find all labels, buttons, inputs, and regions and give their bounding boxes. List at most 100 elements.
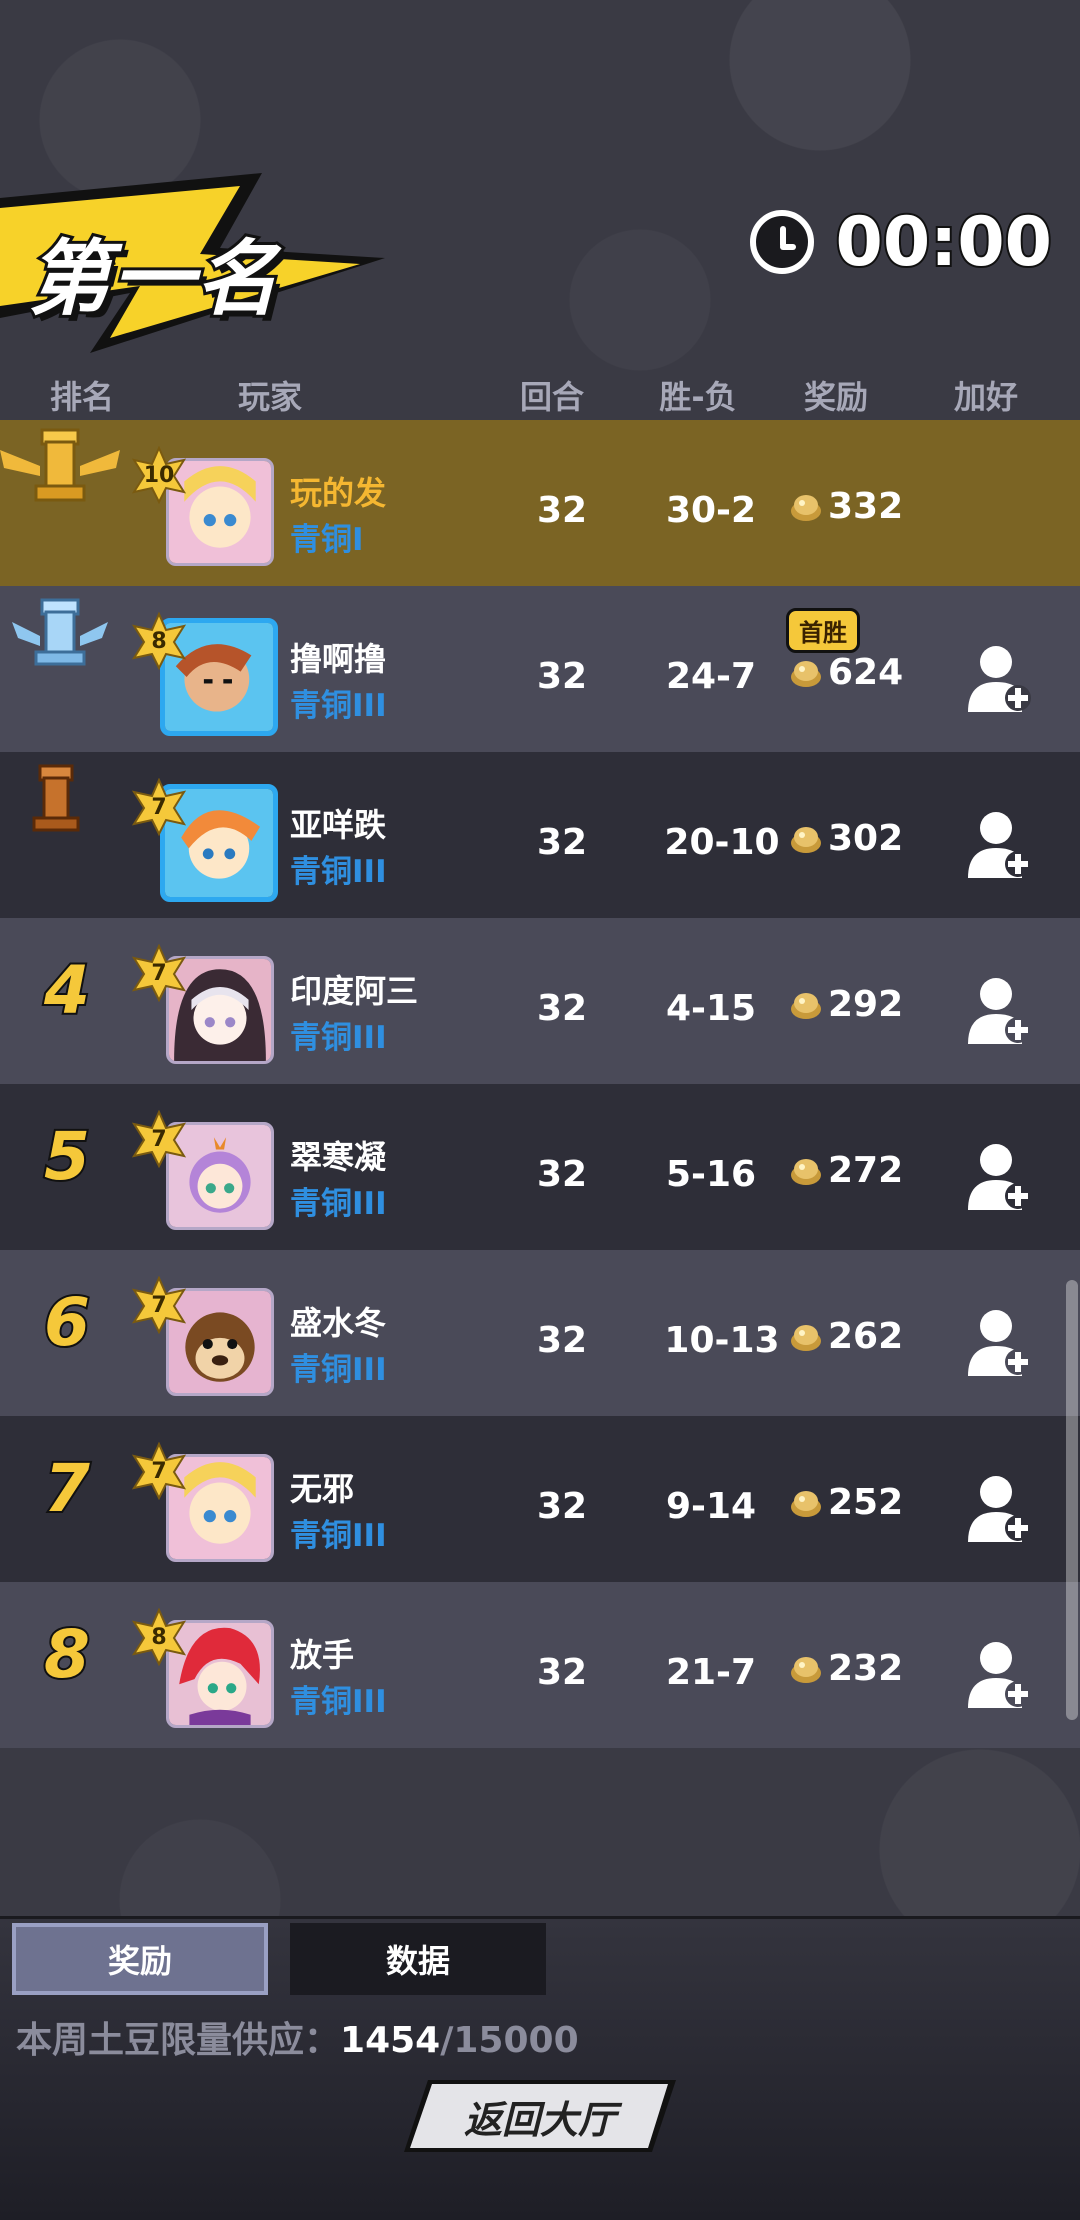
first-win-badge: 首胜 (786, 608, 860, 653)
player-avatar[interactable]: 7 (130, 1442, 280, 1572)
level-badge: 10 (143, 462, 175, 488)
col-rank: 排名 (49, 378, 115, 416)
rounds-value: 32 (536, 1652, 588, 1693)
record-value: 24-7 (665, 656, 757, 697)
coin-icon (791, 1490, 821, 1517)
coin-icon (791, 826, 821, 853)
supply-current: 1454 (340, 2020, 441, 2061)
reward-value: 302 (828, 818, 904, 859)
table-row[interactable]: 7 7 无邪 青铜III 32 9-14 252 (0, 1416, 1080, 1582)
player-name: 撸啊撸 (290, 640, 387, 678)
add-friend-icon[interactable] (966, 1306, 1036, 1378)
level-badge: 8 (151, 628, 167, 654)
record-value: 21-7 (665, 1652, 757, 1693)
player-avatar[interactable]: 10 (130, 446, 280, 576)
reward: 624 (788, 652, 903, 693)
player-tier: 青铜III (290, 688, 387, 724)
player-name: 印度阿三 (290, 972, 419, 1010)
add-friend-icon[interactable] (966, 642, 1036, 714)
table-row[interactable]: 4 7 印度阿三 青铜III 32 4-15 292 (0, 918, 1080, 1084)
add-friend-icon[interactable] (966, 1638, 1036, 1710)
player-name: 玩的发 (290, 474, 387, 512)
player-avatar[interactable]: 8 (130, 612, 280, 742)
reward-value: 262 (828, 1316, 904, 1357)
gold-trophy-icon (0, 428, 120, 502)
tab-data[interactable]: 数据 (290, 1923, 546, 1995)
player-avatar[interactable]: 8 (130, 1608, 280, 1738)
rounds-value: 32 (536, 822, 588, 863)
record-value: 20-10 (664, 822, 780, 863)
col-player: 玩家 (237, 378, 303, 416)
rounds-value: 32 (536, 1320, 588, 1361)
rounds-value: 32 (536, 1486, 588, 1527)
bronze-trophy-icon (32, 764, 80, 832)
player-avatar[interactable]: 7 (130, 1110, 280, 1240)
add-friend-icon[interactable] (966, 808, 1036, 880)
rounds-value: 32 (536, 1154, 588, 1195)
record-value: 30-2 (665, 490, 757, 531)
table-row[interactable]: 10 玩的发 青铜I 32 30-2 332 (0, 420, 1080, 586)
level-badge: 7 (151, 1126, 167, 1152)
coin-icon (791, 992, 821, 1019)
add-friend-icon[interactable] (966, 1140, 1036, 1212)
table-row[interactable]: 5 7 翠寒凝 青铜III 32 5-16 272 (0, 1084, 1080, 1250)
col-reward: 奖励 (803, 378, 869, 416)
reward-value: 232 (828, 1648, 904, 1689)
ranking-list: 10 玩的发 青铜I 32 30-2 332 首胜 8 撸啊撸 青铜III 32… (0, 420, 1080, 1748)
reward-value: 332 (828, 486, 904, 527)
reward: 262 (788, 1316, 903, 1357)
level-badge: 7 (151, 960, 167, 986)
record-value: 10-13 (664, 1320, 780, 1361)
record-value: 9-14 (665, 1486, 757, 1527)
coin-icon (791, 1656, 821, 1683)
supply-info: 本周土豆限量供应：1454/15000 (16, 2011, 579, 2063)
reward: 252 (788, 1482, 903, 1523)
return-lobby-button[interactable]: 返回大厅 (404, 2080, 676, 2152)
tab-reward[interactable]: 奖励 (12, 1923, 268, 1995)
reward: 302 (788, 818, 903, 859)
table-row[interactable]: 首胜 8 撸啊撸 青铜III 32 24-7 624 (0, 586, 1080, 752)
player-avatar[interactable]: 7 (130, 778, 280, 908)
rounds-value: 32 (536, 656, 588, 697)
coin-icon (791, 494, 821, 521)
supply-label: 本周土豆限量供应： (16, 2020, 341, 2061)
column-headers: 排名 玩家 回合 胜-负 奖励 加好友 (0, 372, 1080, 462)
reward-value: 624 (828, 652, 904, 693)
table-row[interactable]: 7 亚咩跌 青铜III 32 20-10 302 (0, 752, 1080, 918)
silver-trophy-icon (12, 598, 108, 666)
player-tier: 青铜I (290, 522, 364, 558)
player-avatar[interactable]: 7 (130, 1276, 280, 1406)
bottom-panel: 奖励 数据 本周土豆限量供应：1454/15000 (0, 1916, 1080, 2220)
reward: 272 (788, 1150, 903, 1191)
player-name: 翠寒凝 (290, 1138, 387, 1176)
level-badge: 7 (151, 1458, 167, 1484)
reward: 292 (788, 984, 903, 1025)
coin-icon (791, 1158, 821, 1185)
add-friend-icon[interactable] (966, 974, 1036, 1046)
table-row[interactable]: 6 7 盛水冬 青铜III 32 10-13 262 (0, 1250, 1080, 1416)
level-badge: 7 (151, 1292, 167, 1318)
scrollbar[interactable] (1066, 1280, 1078, 1720)
reward: 332 (788, 486, 903, 527)
reward-value: 292 (828, 984, 904, 1025)
player-tier: 青铜III (290, 1518, 387, 1554)
col-rounds: 回合 (519, 378, 585, 416)
player-avatar[interactable]: 7 (130, 944, 280, 1074)
level-badge: 7 (151, 794, 167, 820)
player-name: 盛水冬 (290, 1304, 387, 1342)
player-tier: 青铜III (290, 1020, 387, 1056)
rounds-value: 32 (536, 490, 588, 531)
player-name: 无邪 (290, 1470, 355, 1508)
return-lobby-label: 返回大厅 (463, 2097, 616, 2142)
player-tier: 青铜III (290, 1352, 387, 1388)
player-name: 放手 (290, 1636, 355, 1674)
add-friend-icon[interactable] (966, 1472, 1036, 1544)
timer: 00:00 (749, 200, 1054, 284)
clock-icon (749, 210, 814, 274)
supply-max: /15000 (440, 2020, 579, 2061)
level-badge: 8 (151, 1624, 167, 1650)
reward-value: 272 (828, 1150, 904, 1191)
table-row[interactable]: 8 8 放手 青铜III 32 21-7 232 (0, 1582, 1080, 1748)
player-tier: 青铜III (290, 854, 387, 890)
record-value: 4-15 (665, 988, 757, 1029)
